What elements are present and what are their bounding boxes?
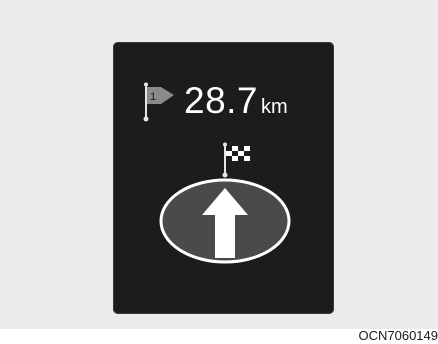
waypoint-number: 1 xyxy=(150,91,156,103)
straight-arrow-icon xyxy=(159,178,291,264)
distance-value: 28.7 xyxy=(184,80,259,121)
waypoint-flag-icon: 1 xyxy=(143,82,174,122)
distance-readout: 28.7 km xyxy=(184,82,288,119)
distance-unit: km xyxy=(261,96,288,118)
checkered-flag-icon xyxy=(222,142,250,178)
image-code: OCN7060149 xyxy=(358,328,438,343)
